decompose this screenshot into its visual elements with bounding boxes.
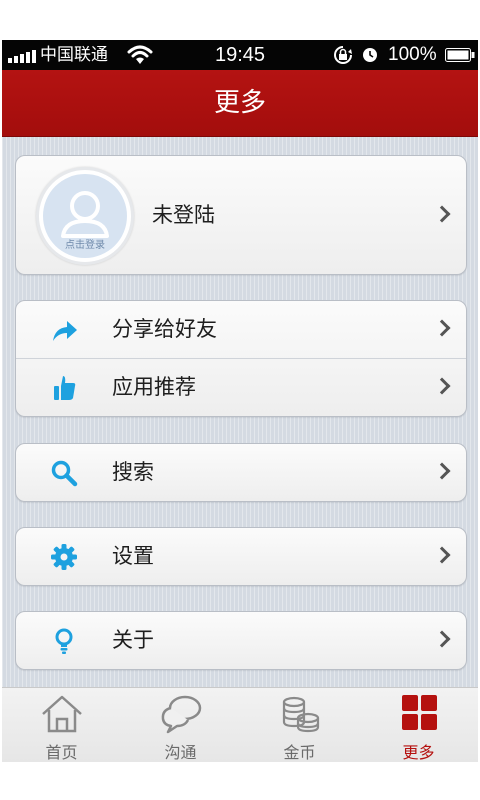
tab-more[interactable]: 更多 xyxy=(359,688,478,762)
menu-label-recommend: 应用推荐 xyxy=(112,375,196,399)
thumbs-up-icon xyxy=(54,376,76,400)
login-row[interactable]: 点击登录 未登陆 xyxy=(16,156,466,274)
chevron-right-icon xyxy=(433,205,451,223)
gear-icon xyxy=(51,544,77,570)
search-card: 搜索 xyxy=(15,443,467,502)
battery-percentage: 100% xyxy=(388,44,437,65)
chevron-right-icon xyxy=(433,546,451,564)
avatar-placeholder: 点击登录 xyxy=(43,174,127,258)
rotation-lock-icon xyxy=(334,46,352,64)
tab-home[interactable]: 首页 xyxy=(2,688,121,762)
menu-label-about: 关于 xyxy=(112,628,154,652)
menu-label-search: 搜索 xyxy=(112,460,154,484)
tab-label: 首页 xyxy=(45,743,78,762)
menu-item-search[interactable]: 搜索 xyxy=(16,444,466,501)
battery-icon xyxy=(445,48,475,62)
coins-icon xyxy=(282,696,320,733)
grid-icon xyxy=(402,695,437,730)
chevron-right-icon xyxy=(433,462,451,480)
chevron-right-icon xyxy=(433,319,451,337)
profile-name: 未登陆 xyxy=(152,203,215,227)
share-card: 分享给好友 应用推荐 xyxy=(15,300,467,417)
lightbulb-icon xyxy=(55,628,73,654)
menu-item-about[interactable]: 关于 xyxy=(16,612,466,669)
profile-card[interactable]: 点击登录 未登陆 xyxy=(15,155,467,275)
status-bar: 中国联通 19:45 100% xyxy=(2,40,478,70)
share-arrow-icon xyxy=(53,321,77,341)
search-icon xyxy=(51,460,78,487)
chevron-right-icon xyxy=(433,630,451,648)
chevron-right-icon xyxy=(433,377,451,395)
tab-label: 更多 xyxy=(402,743,435,762)
navigation-bar: 更多 xyxy=(2,70,478,137)
tab-coins[interactable]: 金币 xyxy=(240,688,359,762)
phone-screen: 中国联通 19:45 100% 更多 点击登录 未登陆 分享给好友 应用推荐 搜… xyxy=(2,40,478,762)
avatar[interactable]: 点击登录 xyxy=(36,167,134,265)
about-card: 关于 xyxy=(15,611,467,670)
tab-bar: 首页 沟通 金币 更多 xyxy=(2,687,478,762)
avatar-caption: 点击登录 xyxy=(65,240,105,251)
menu-item-settings[interactable]: 设置 xyxy=(16,528,466,585)
page-title: 更多 xyxy=(213,88,266,118)
home-icon xyxy=(42,695,82,733)
menu-label-share: 分享给好友 xyxy=(112,317,217,341)
menu-item-share[interactable]: 分享给好友 xyxy=(16,301,466,358)
alarm-clock-icon xyxy=(363,48,377,62)
tab-label: 金币 xyxy=(283,743,316,762)
settings-card: 设置 xyxy=(15,527,467,586)
tab-chat[interactable]: 沟通 xyxy=(121,688,240,762)
menu-item-recommend[interactable]: 应用推荐 xyxy=(16,358,466,416)
menu-label-settings: 设置 xyxy=(112,544,154,568)
chat-bubbles-icon xyxy=(161,695,202,734)
tab-label: 沟通 xyxy=(164,743,197,762)
